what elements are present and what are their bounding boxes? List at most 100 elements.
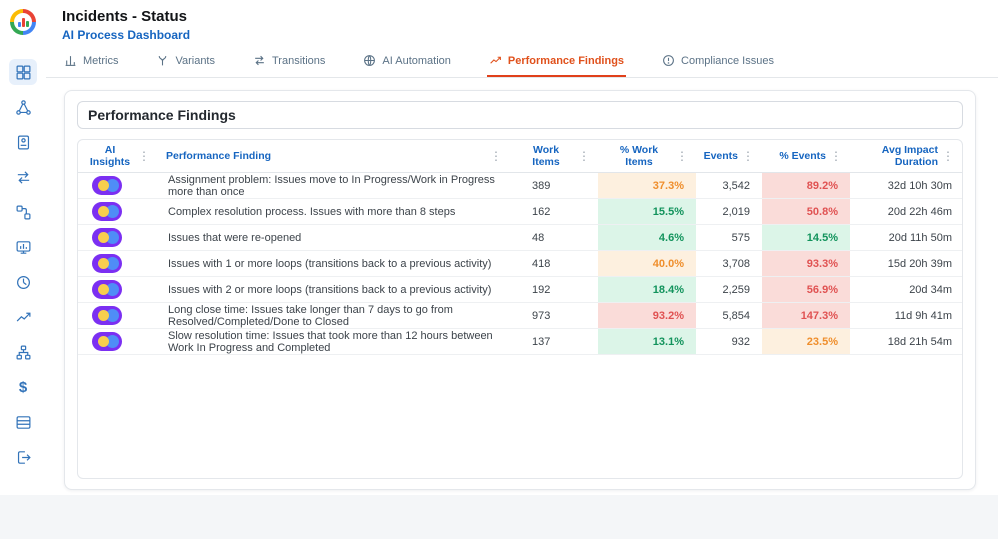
cost-dollar-icon: $ <box>19 380 27 395</box>
duration-value: 11d 9h 41m <box>850 303 962 329</box>
finding-text: Slow resolution time: Issues that took m… <box>158 329 510 355</box>
pct-events-value: 14.5% <box>762 225 850 251</box>
table-row[interactable]: Assignment problem: Issues move to In Pr… <box>78 173 962 199</box>
pct-work-items-value: 37.3% <box>598 173 696 199</box>
pct-events-value: 23.5% <box>762 329 850 355</box>
sidebar-item-charts[interactable] <box>9 234 37 260</box>
footer-area <box>0 495 998 539</box>
tab-compliance-issues[interactable]: Compliance Issues <box>660 46 776 77</box>
ai-insight-badge[interactable] <box>92 176 122 195</box>
table-row[interactable]: Complex resolution process. Issues with … <box>78 199 962 225</box>
column-menu-icon[interactable]: ⋮ <box>830 150 842 162</box>
table-row[interactable]: Slow resolution time: Issues that took m… <box>78 329 962 355</box>
page-subtitle: AI Process Dashboard <box>62 28 998 42</box>
table-row[interactable]: Long close time: Issues take longer than… <box>78 303 962 329</box>
sidebar-item-trends[interactable] <box>9 304 37 330</box>
tab-metrics[interactable]: Metrics <box>62 46 120 77</box>
work-items-value: 389 <box>510 173 598 199</box>
col-ai-insights: AI Insights⋮ <box>78 140 158 173</box>
sidebar-item-roles[interactable] <box>9 129 37 155</box>
pct-work-items-value: 40.0% <box>598 251 696 277</box>
finding-text: Complex resolution process. Issues with … <box>158 199 510 225</box>
sidebar-item-tables[interactable] <box>9 409 37 435</box>
sidebar-item-process-model[interactable] <box>9 94 37 120</box>
compare-arrows-icon <box>15 169 32 186</box>
column-menu-icon[interactable]: ⋮ <box>742 150 754 162</box>
table-row[interactable]: Issues that were re-opened 48 4.6% 575 1… <box>78 225 962 251</box>
sidebar-item-comparison[interactable] <box>9 164 37 190</box>
pct-events-value: 147.3% <box>762 303 850 329</box>
tab-variants[interactable]: Variants <box>154 46 217 77</box>
finding-text: Long close time: Issues take longer than… <box>158 303 510 329</box>
swap-arrows-icon <box>253 54 266 67</box>
sidebar-nav: $ <box>9 59 37 470</box>
process-network-icon <box>15 99 32 116</box>
col-events: Events⋮ <box>696 140 762 173</box>
findings-table: AI Insights⋮ Performance Finding⋮ Work I… <box>78 140 962 355</box>
column-menu-icon[interactable]: ⋮ <box>138 150 150 162</box>
column-menu-icon[interactable]: ⋮ <box>942 150 954 162</box>
table-row[interactable]: Issues with 1 or more loops (transitions… <box>78 251 962 277</box>
page-title: Incidents - Status <box>62 8 998 25</box>
events-value: 3,542 <box>696 173 762 199</box>
tab-ai-automation[interactable]: AI Automation <box>361 46 453 77</box>
col-work-items: Work Items⋮ <box>510 140 598 173</box>
events-value: 932 <box>696 329 762 355</box>
sidebar-item-hierarchy[interactable] <box>9 339 37 365</box>
duration-value: 20d 22h 46m <box>850 199 962 225</box>
ai-insight-badge[interactable] <box>92 306 122 325</box>
findings-table-container: AI Insights⋮ Performance Finding⋮ Work I… <box>77 139 963 479</box>
app-logo-icon <box>10 9 36 35</box>
finding-text: Issues that were re-opened <box>158 225 510 251</box>
finding-text: Issues with 1 or more loops (transitions… <box>158 251 510 277</box>
column-menu-icon[interactable]: ⋮ <box>676 150 688 162</box>
chart-monitor-icon <box>15 239 32 256</box>
duration-value: 32d 10h 30m <box>850 173 962 199</box>
column-menu-icon[interactable]: ⋮ <box>578 150 590 162</box>
table-row[interactable]: Issues with 2 or more loops (transitions… <box>78 277 962 303</box>
events-value: 2,259 <box>696 277 762 303</box>
ai-insight-badge[interactable] <box>92 280 122 299</box>
ai-insight-badge[interactable] <box>92 332 122 351</box>
sidebar-item-workflow[interactable] <box>9 199 37 225</box>
trend-line-icon <box>15 309 32 326</box>
work-items-value: 192 <box>510 277 598 303</box>
ai-insight-badge[interactable] <box>92 254 122 273</box>
duration-value: 18d 21h 54m <box>850 329 962 355</box>
sidebar-item-cost[interactable]: $ <box>9 374 37 400</box>
col-pct-work-items: % Work Items⋮ <box>598 140 696 173</box>
pct-work-items-value: 18.4% <box>598 277 696 303</box>
logout-icon <box>15 449 32 466</box>
pct-events-value: 93.3% <box>762 251 850 277</box>
duration-value: 15d 20h 39m <box>850 251 962 277</box>
tab-bar: Metrics Variants Transitions AI Automati… <box>46 46 998 78</box>
events-value: 2,019 <box>696 199 762 225</box>
sidebar: $ <box>0 0 46 495</box>
work-items-value: 418 <box>510 251 598 277</box>
sidebar-item-dashboard[interactable] <box>9 59 37 85</box>
pct-work-items-value: 13.1% <box>598 329 696 355</box>
work-items-value: 162 <box>510 199 598 225</box>
col-pct-events: % Events⋮ <box>762 140 850 173</box>
col-avg-impact-duration: Avg Impact Duration⋮ <box>850 140 962 173</box>
sidebar-item-time-gauge[interactable] <box>9 269 37 295</box>
alert-clock-icon <box>662 54 675 67</box>
app-window: $ Incidents - Status AI Process Dashboar… <box>0 0 998 539</box>
ai-insight-badge[interactable] <box>92 202 122 221</box>
column-menu-icon[interactable]: ⋮ <box>490 150 502 162</box>
work-items-value: 137 <box>510 329 598 355</box>
tab-performance-findings[interactable]: Performance Findings <box>487 46 626 77</box>
sidebar-item-logout[interactable] <box>9 444 37 470</box>
events-value: 3,708 <box>696 251 762 277</box>
col-performance-finding: Performance Finding⋮ <box>158 140 510 173</box>
tab-transitions[interactable]: Transitions <box>251 46 327 77</box>
ai-insight-badge[interactable] <box>92 228 122 247</box>
table-header-row: AI Insights⋮ Performance Finding⋮ Work I… <box>78 140 962 173</box>
pct-events-value: 56.9% <box>762 277 850 303</box>
pct-work-items-value: 15.5% <box>598 199 696 225</box>
globe-icon <box>363 54 376 67</box>
clock-gauge-icon <box>15 274 32 291</box>
workflow-icon <box>15 204 32 221</box>
pct-events-value: 50.8% <box>762 199 850 225</box>
content-area: Performance Findings AI Insights⋮ Perfor… <box>46 78 998 495</box>
